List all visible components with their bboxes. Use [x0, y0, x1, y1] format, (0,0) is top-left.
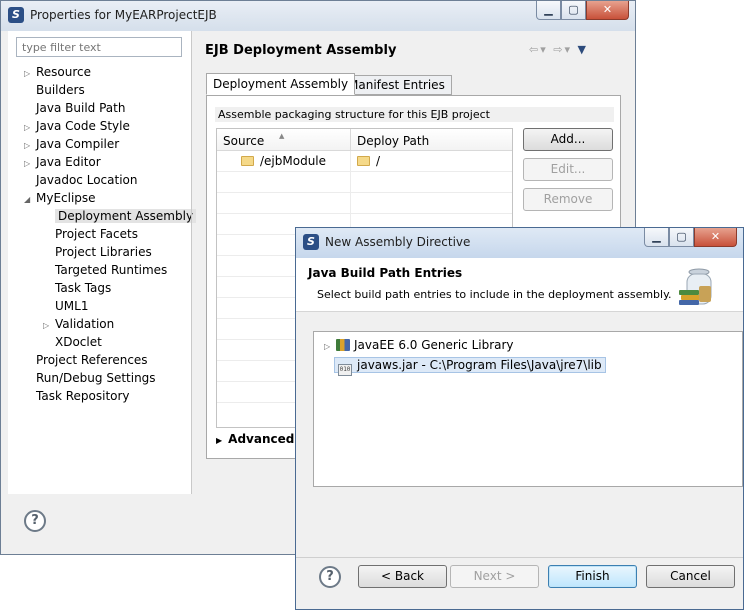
close-button[interactable]: ✕ — [586, 1, 629, 20]
tree-item-targeted-runtimes[interactable]: Targeted Runtimes — [43, 261, 167, 279]
finish-button[interactable]: Finish — [548, 565, 637, 588]
collapse-arrow-icon[interactable]: ◢ — [24, 191, 36, 209]
tree-item-label: Java Editor — [36, 155, 101, 169]
tree-item-run-debug-settings[interactable]: Run/Debug Settings — [24, 369, 156, 387]
tree-item-deployment-assembly[interactable]: Deployment Assembly — [43, 207, 197, 225]
tree-item-task-tags[interactable]: Task Tags — [43, 279, 111, 297]
jar-icon: 010 — [338, 364, 352, 376]
tree-item-label: Project References — [36, 353, 148, 367]
title-bar[interactable]: S Properties for MyEARProjectEJB ▁ ▢ ✕ — [1, 1, 635, 31]
tree-item-resource[interactable]: ▷ Resource — [24, 63, 91, 81]
help-icon[interactable]: ? — [24, 510, 46, 532]
history-nav[interactable]: ⇦▾ ⇨▾ ▼ — [529, 43, 588, 56]
tree-item-project-references[interactable]: Project References — [24, 351, 148, 369]
tree-item-java-compiler[interactable]: ▷ Java Compiler — [24, 135, 119, 153]
tree-item-java-editor[interactable]: ▷ Java Editor — [24, 153, 101, 171]
myeclipse-app-icon: S — [8, 7, 24, 23]
page-title: EJB Deployment Assembly — [205, 43, 397, 58]
tree-item-project-facets[interactable]: Project Facets — [43, 225, 138, 243]
dialog-minimize-button[interactable]: ▁ — [644, 228, 669, 247]
expand-triangle-icon: ▶ — [216, 436, 223, 445]
tree-item-myeclipse[interactable]: ◢ MyEclipse — [24, 189, 96, 207]
table-row[interactable]: /ejbModule / — [217, 151, 512, 172]
filter-input[interactable] — [16, 37, 182, 57]
tree-item-label: Project Facets — [55, 227, 138, 241]
tree-item-label: XDoclet — [55, 335, 102, 349]
tree-item-javaee-library[interactable]: ▷ JavaEE 6.0 Generic Library — [324, 336, 514, 354]
forward-menu-icon[interactable]: ▾ — [564, 43, 572, 56]
preference-tree-panel: ▷Resource Builders Java Build Path ▷Java Co… — [8, 31, 197, 494]
add-button[interactable]: Add... — [523, 128, 613, 151]
tree-item-javadoc-location[interactable]: Javadoc Location — [24, 171, 137, 189]
expand-arrow-icon[interactable]: ▷ — [324, 338, 336, 356]
dialog-close-button[interactable]: ✕ — [694, 228, 737, 247]
tree-item-label: MyEclipse — [36, 191, 96, 205]
dialog-header: Java Build Path Entries Select build pat… — [296, 258, 743, 312]
view-menu-icon[interactable]: ▼ — [578, 43, 588, 56]
tree-item-label: Task Tags — [55, 281, 112, 295]
build-path-entries-tree: ▷ JavaEE 6.0 Generic Library 010 javaws.ja… — [313, 331, 743, 487]
source-cell[interactable]: /ejbModule — [235, 151, 326, 172]
tree-item-label: Validation — [55, 317, 115, 331]
dialog-help-icon[interactable]: ? — [319, 566, 341, 588]
deploy-path-cell[interactable]: / — [350, 151, 380, 171]
column-header-deploy-path[interactable]: Deploy Path — [350, 129, 429, 151]
minimize-button[interactable]: ▁ — [536, 1, 561, 20]
tree-item-label: UML1 — [55, 299, 89, 313]
folder-icon — [357, 156, 370, 166]
dialog-maximize-button[interactable]: ▢ — [669, 228, 694, 247]
tree-item-project-libraries[interactable]: Project Libraries — [43, 243, 152, 261]
tree-item-label: Java Code Style — [36, 119, 130, 133]
tree-item-label: Task Repository — [36, 389, 130, 403]
tree-item-xdoclet[interactable]: XDoclet — [43, 333, 102, 351]
column-header-source[interactable]: Source ▲ — [217, 129, 284, 151]
tree-item-label: Project Libraries — [55, 245, 152, 259]
forward-arrow-icon[interactable]: ⇨ — [553, 43, 564, 56]
library-jar-icon — [679, 268, 712, 305]
folder-icon — [241, 156, 254, 166]
maximize-button[interactable]: ▢ — [561, 1, 586, 20]
dialog-header-subtitle: Select build path entries to include in … — [317, 288, 672, 301]
edit-button[interactable]: Edit... — [523, 158, 613, 181]
tree-item-builders[interactable]: Builders — [24, 81, 85, 99]
tree-item-label: Run/Debug Settings — [36, 371, 156, 385]
tab-manifest-entries[interactable]: Manifest Entries — [341, 75, 452, 95]
sort-ascending-icon: ▲ — [279, 132, 285, 140]
tree-item-label: Deployment Assembly — [55, 209, 197, 223]
remove-button[interactable]: Remove — [523, 188, 613, 211]
tree-item-label: Java Compiler — [36, 137, 120, 151]
window-title: Properties for MyEARProjectEJB — [30, 8, 217, 22]
tree-item-javaws-jar[interactable]: 010 javaws.jar - C:\Program Files\Java\jr… — [334, 356, 606, 376]
library-icon — [336, 339, 350, 351]
tree-item-validation[interactable]: ▷ Validation — [43, 315, 114, 333]
tab-deployment-assembly[interactable]: Deployment Assembly — [206, 73, 356, 95]
tree-item-task-repository[interactable]: Task Repository — [24, 387, 130, 405]
dialog-title-bar[interactable]: S New Assembly Directive ▁ ▢ ✕ — [296, 228, 743, 258]
new-assembly-directive-dialog: S New Assembly Directive ▁ ▢ ✕ Java Buil… — [295, 227, 744, 610]
back-arrow-icon[interactable]: ⇦ — [529, 43, 540, 56]
table-header: Source ▲ Deploy Path — [217, 129, 512, 151]
tree-item-label: Targeted Runtimes — [55, 263, 168, 277]
cancel-button[interactable]: Cancel — [646, 565, 735, 588]
tree-item-java-code-style[interactable]: ▷ Java Code Style — [24, 117, 130, 135]
tree-item-uml1[interactable]: UML1 — [43, 297, 88, 315]
dialog-header-title: Java Build Path Entries — [308, 266, 463, 280]
back-button[interactable]: < Back — [358, 565, 447, 588]
back-menu-icon[interactable]: ▾ — [540, 43, 548, 56]
myeclipse-app-icon: S — [303, 234, 319, 250]
dialog-title: New Assembly Directive — [325, 235, 471, 249]
next-button[interactable]: Next > — [450, 565, 539, 588]
tree-item-label: Builders — [36, 83, 85, 97]
tree-item-label: Java Build Path — [36, 101, 126, 115]
panel-divider[interactable] — [191, 31, 192, 494]
section-label: Assemble packaging structure for this EJ… — [215, 107, 614, 122]
advanced-section-toggle[interactable]: ▶ Advanced — [216, 432, 294, 446]
tree-item-java-build-path[interactable]: Java Build Path — [24, 99, 125, 117]
tree-item-label: Resource — [36, 65, 92, 79]
tree-item-label: Javadoc Location — [36, 173, 138, 187]
